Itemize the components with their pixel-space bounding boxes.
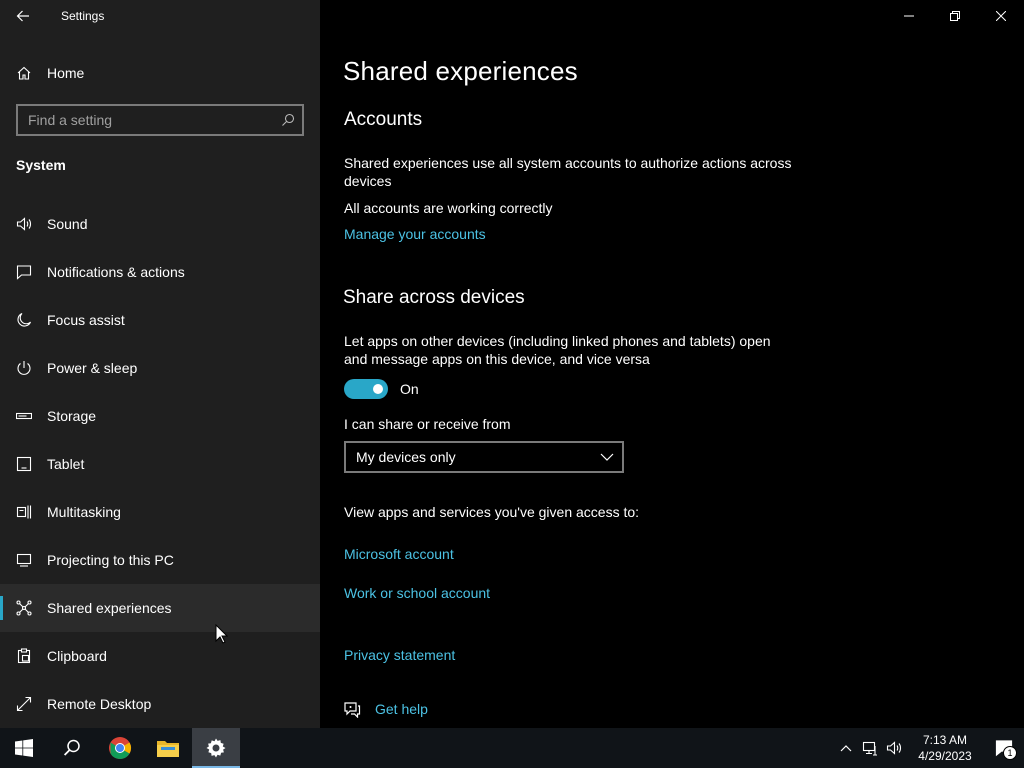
sidebar-item-sound[interactable]: Sound [0, 200, 320, 248]
sidebar-item-label: Projecting to this PC [47, 552, 174, 568]
sidebar-item-label: Shared experiences [47, 600, 172, 616]
show-hidden-icons-button[interactable] [834, 728, 858, 768]
clock-time: 7:13 AM [922, 733, 968, 747]
dropdown-value: My devices only [356, 449, 456, 465]
gear-icon [206, 738, 226, 758]
chrome-icon [109, 737, 131, 759]
sidebar-item-power-sleep[interactable]: Power & sleep [0, 344, 320, 392]
system-tray: 7:13 AM 4/29/2023 1 [834, 728, 1024, 768]
sidebar-item-focus-assist[interactable]: Focus assist [0, 296, 320, 344]
sidebar-item-label: Multitasking [47, 504, 121, 520]
storage-icon [16, 408, 32, 424]
taskbar-clock[interactable]: 7:13 AM 4/29/2023 [906, 732, 984, 764]
receive-from-label: I can share or receive from [344, 416, 511, 432]
manage-accounts-link[interactable]: Manage your accounts [344, 226, 486, 242]
sidebar-item-label: Tablet [47, 456, 85, 472]
privacy-statement-link[interactable]: Privacy statement [344, 647, 455, 663]
action-center-button[interactable]: 1 [984, 728, 1024, 768]
search-icon [63, 739, 80, 756]
close-icon [996, 11, 1006, 21]
title-bar: Settings [0, 0, 320, 32]
clipboard-icon [16, 648, 32, 664]
sidebar-item-label: Clipboard [47, 648, 107, 664]
shared-experiences-icon [16, 600, 32, 616]
accounts-heading: Accounts [344, 109, 423, 130]
sidebar-item-notifications[interactable]: Notifications & actions [0, 248, 320, 296]
sidebar-item-label: Storage [47, 408, 97, 424]
mouse-cursor-icon [215, 624, 228, 644]
taskbar-search-button[interactable] [48, 728, 96, 768]
receive-from-dropdown[interactable]: My devices only [344, 441, 624, 473]
share-toggle-switch[interactable] [344, 379, 388, 399]
settings-main-pane: Shared experiences Accounts Shared exper… [320, 0, 1024, 728]
search-input[interactable] [18, 112, 274, 128]
taskbar: 7:13 AM 4/29/2023 1 [0, 728, 1024, 768]
back-button[interactable] [0, 0, 46, 32]
microsoft-account-link[interactable]: Microsoft account [344, 546, 454, 562]
folder-icon [157, 741, 179, 757]
start-button[interactable] [0, 728, 48, 768]
accounts-status: All accounts are working correctly [344, 200, 553, 216]
sidebar-item-multitasking[interactable]: Multitasking [0, 488, 320, 536]
sidebar-item-shared-experiences[interactable]: Shared experiences [0, 584, 320, 632]
sidebar-item-label: Home [47, 65, 85, 81]
remote-desktop-icon [16, 696, 32, 712]
accounts-description: Shared experiences use all system accoun… [344, 155, 792, 189]
page-title: Shared experiences [343, 56, 578, 86]
search-icon[interactable] [274, 113, 302, 127]
get-help-link[interactable]: Get help [375, 701, 428, 717]
minimize-icon [904, 15, 914, 17]
settings-taskbar-button[interactable] [192, 728, 240, 768]
sidebar-item-storage[interactable]: Storage [0, 392, 320, 440]
back-arrow-icon [16, 10, 29, 22]
sidebar-item-label: Power & sleep [47, 360, 138, 376]
sidebar-item-label: Sound [47, 216, 88, 232]
share-across-devices-heading: Share across devices [343, 287, 525, 308]
windows-logo-icon [15, 739, 33, 757]
share-description: Let apps on other devices (including lin… [344, 333, 771, 367]
settings-sidebar: Settings Home System Sound Notifications… [0, 0, 320, 728]
app-title: Settings [61, 9, 105, 23]
get-help-row[interactable]: Get help [343, 700, 428, 718]
minimize-button[interactable] [886, 0, 932, 32]
notification-icon [16, 264, 32, 280]
restore-button[interactable] [932, 0, 978, 32]
sidebar-item-remote-desktop[interactable]: Remote Desktop [0, 680, 320, 728]
volume-icon [886, 741, 902, 755]
sidebar-item-label: Remote Desktop [47, 696, 152, 712]
speaker-icon [16, 216, 32, 232]
power-icon [16, 360, 32, 376]
projecting-icon [16, 552, 32, 568]
window-controls [886, 0, 1024, 32]
section-title: System [16, 157, 66, 173]
tablet-icon [16, 456, 32, 472]
file-explorer-taskbar-button[interactable] [144, 728, 192, 768]
toggle-knob [373, 384, 383, 394]
clock-date: 4/29/2023 [918, 749, 972, 763]
sidebar-item-tablet[interactable]: Tablet [0, 440, 320, 488]
notification-count-badge: 1 [1003, 746, 1017, 760]
sidebar-nav-list: Sound Notifications & actions Focus assi… [0, 200, 320, 728]
volume-tray-button[interactable] [882, 728, 906, 768]
view-apps-label: View apps and services you've given acce… [344, 504, 640, 520]
sidebar-item-projecting[interactable]: Projecting to this PC [0, 536, 320, 584]
home-icon [16, 65, 32, 81]
moon-icon [16, 312, 32, 328]
work-school-account-link[interactable]: Work or school account [344, 585, 490, 601]
chrome-taskbar-button[interactable] [96, 728, 144, 768]
close-button[interactable] [978, 0, 1024, 32]
network-tray-button[interactable] [858, 728, 882, 768]
sidebar-item-label: Focus assist [47, 312, 125, 328]
chevron-up-icon [840, 745, 852, 752]
sidebar-item-home[interactable]: Home [0, 56, 320, 90]
restore-icon [950, 11, 960, 21]
sidebar-item-label: Notifications & actions [47, 264, 185, 280]
toggle-state-label: On [400, 381, 419, 397]
multitasking-icon [16, 504, 32, 520]
help-chat-icon [344, 702, 361, 718]
network-icon [862, 741, 877, 756]
sidebar-item-clipboard[interactable]: Clipboard [0, 632, 320, 680]
chevron-down-icon [600, 453, 614, 461]
search-box [16, 104, 304, 136]
